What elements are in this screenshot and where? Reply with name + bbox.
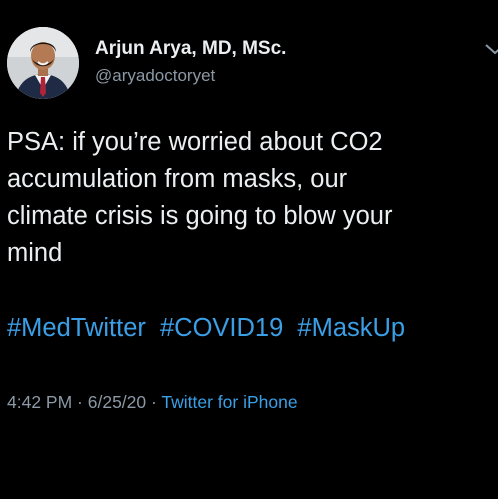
tweet-time[interactable]: 4:42 PM xyxy=(7,392,72,412)
hashtag-link-covid19[interactable]: #COVID19 xyxy=(160,314,283,342)
tweet-source-link[interactable]: Twitter for iPhone xyxy=(161,392,297,412)
tweet-card: Arjun Arya, MD, MSc. @aryadoctoryet PSA:… xyxy=(0,0,498,499)
avatar-photo-icon xyxy=(7,27,79,99)
author-display-name[interactable]: Arjun Arya, MD, MSc. xyxy=(95,38,286,60)
meta-separator: · xyxy=(72,392,88,412)
chevron-down-icon[interactable] xyxy=(484,42,498,56)
tweet-date[interactable]: 6/25/20 xyxy=(88,392,146,412)
avatar[interactable] xyxy=(7,27,79,99)
meta-separator: · xyxy=(146,392,162,412)
hashtag-link-maskup[interactable]: #MaskUp xyxy=(297,314,405,342)
tweet-text-line: mind xyxy=(7,239,63,267)
tweet-text-line: PSA: if you’re worried about CO2 xyxy=(7,128,383,156)
hashtag-link-medtwitter[interactable]: #MedTwitter xyxy=(7,314,146,342)
hashtag-row: #MedTwitter #COVID19 #MaskUp xyxy=(7,314,405,343)
tweet-text: PSA: if you’re worried about CO2 accumul… xyxy=(7,124,487,272)
tweet-text-line: climate crisis is going to blow your xyxy=(7,202,393,230)
author-handle[interactable]: @aryadoctoryet xyxy=(95,66,215,86)
tweet-meta: 4:42 PM · 6/25/20 · Twitter for iPhone xyxy=(7,392,298,413)
tweet-text-line: accumulation from masks, our xyxy=(7,165,348,193)
